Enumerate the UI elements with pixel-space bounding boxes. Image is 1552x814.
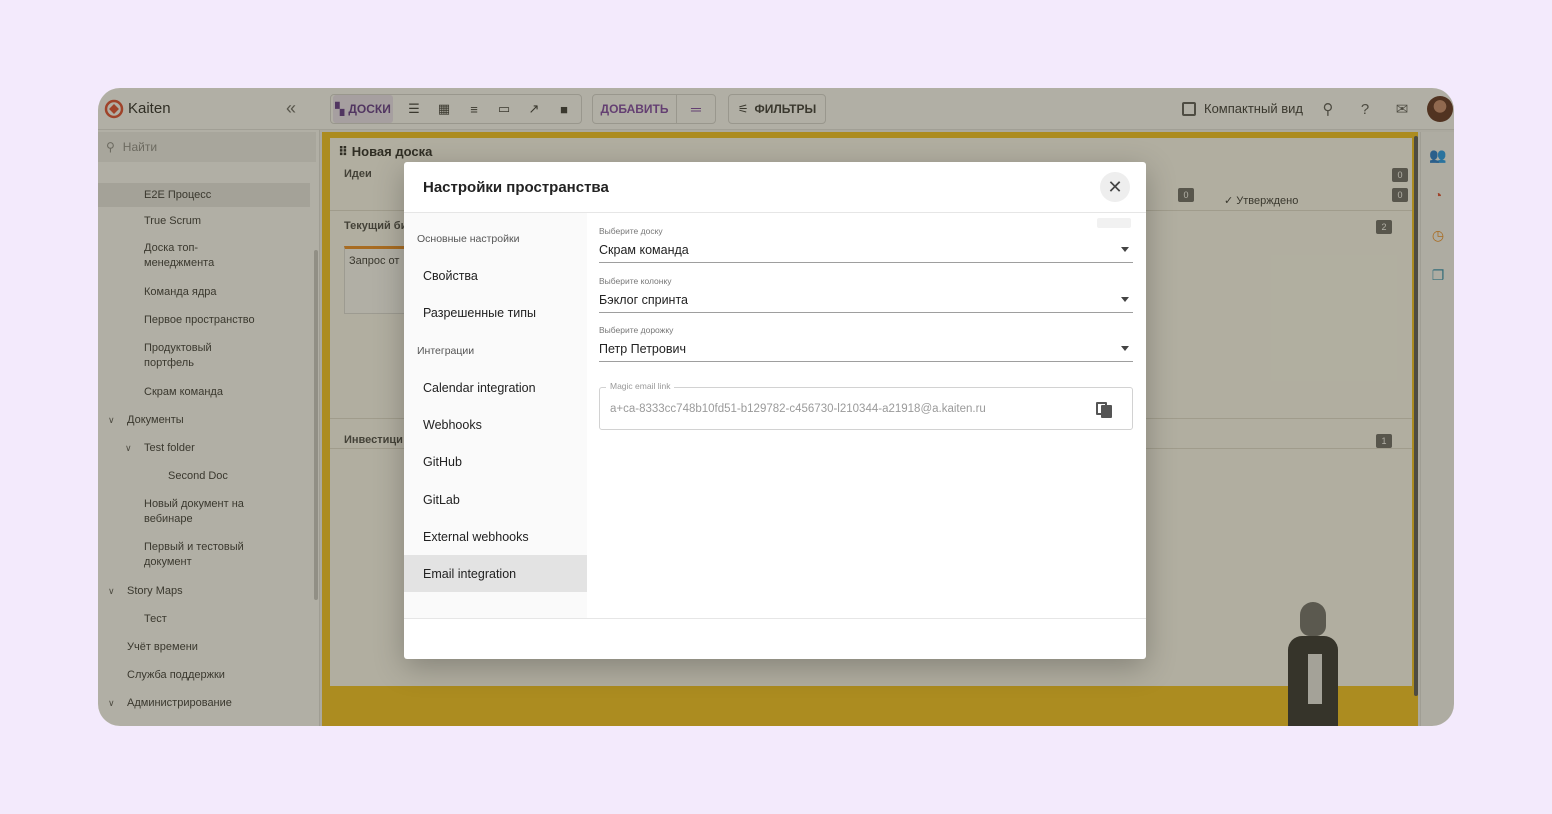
magic-email-value[interactable]: a+ca-8333cc748b10fd51-b129782-c456730-l2…	[610, 403, 986, 415]
app-window: Kaiten « ▚ ДОСКИ ☰ ▦ ≡ ▭ ↗ ■ ДОБАВИТЬ ═ …	[98, 88, 1454, 726]
dropdown-arrow-icon	[1121, 297, 1129, 302]
nav-item-email-integration[interactable]: Email integration	[404, 555, 587, 592]
space-settings-modal: Настройки пространства ✕ Основные настро…	[404, 162, 1146, 659]
lane-select-label: Выберите дорожку	[599, 325, 674, 335]
nav-section-main: Основные настройки	[417, 233, 520, 245]
magic-email-label: Magic email link	[606, 381, 675, 391]
magic-email-field[interactable]: Magic email link a+ca-8333cc748b10fd51-b…	[599, 381, 1133, 430]
nav-item-calendar[interactable]: Calendar integration	[404, 369, 587, 406]
close-icon[interactable]: ✕	[1100, 172, 1130, 202]
modal-title: Настройки пространства	[423, 179, 609, 196]
column-select-value: Бэклог спринта	[599, 293, 689, 307]
dropdown-arrow-icon	[1121, 346, 1129, 351]
board-select-value: Скрам команда	[599, 243, 689, 257]
nav-item-gitlab[interactable]: GitLab	[404, 481, 587, 518]
nav-item-allowed-types[interactable]: Разрешенные типы	[404, 294, 587, 331]
lane-select-value: Петр Петрович	[599, 342, 686, 356]
placeholder-bar	[1097, 218, 1131, 228]
board-select-label: Выберите доску	[599, 226, 663, 236]
column-select-label: Выберите колонку	[599, 276, 672, 286]
nav-item-properties[interactable]: Свойства	[404, 257, 587, 294]
nav-item-external-webhooks[interactable]: External webhooks	[404, 518, 587, 555]
column-select[interactable]: Бэклог спринта	[599, 289, 1133, 313]
nav-item-webhooks[interactable]: Webhooks	[404, 406, 587, 443]
settings-nav: Основные настройки Свойства Разрешенные …	[404, 213, 587, 618]
nav-section-integrations: Интеграции	[417, 345, 475, 357]
modal-footer-divider	[404, 618, 1146, 619]
dropdown-arrow-icon	[1121, 247, 1129, 252]
lane-select[interactable]: Петр Петрович	[599, 338, 1133, 362]
board-select[interactable]: Скрам команда	[599, 239, 1133, 263]
copy-icon[interactable]	[1096, 400, 1114, 418]
nav-item-github[interactable]: GitHub	[404, 443, 587, 480]
